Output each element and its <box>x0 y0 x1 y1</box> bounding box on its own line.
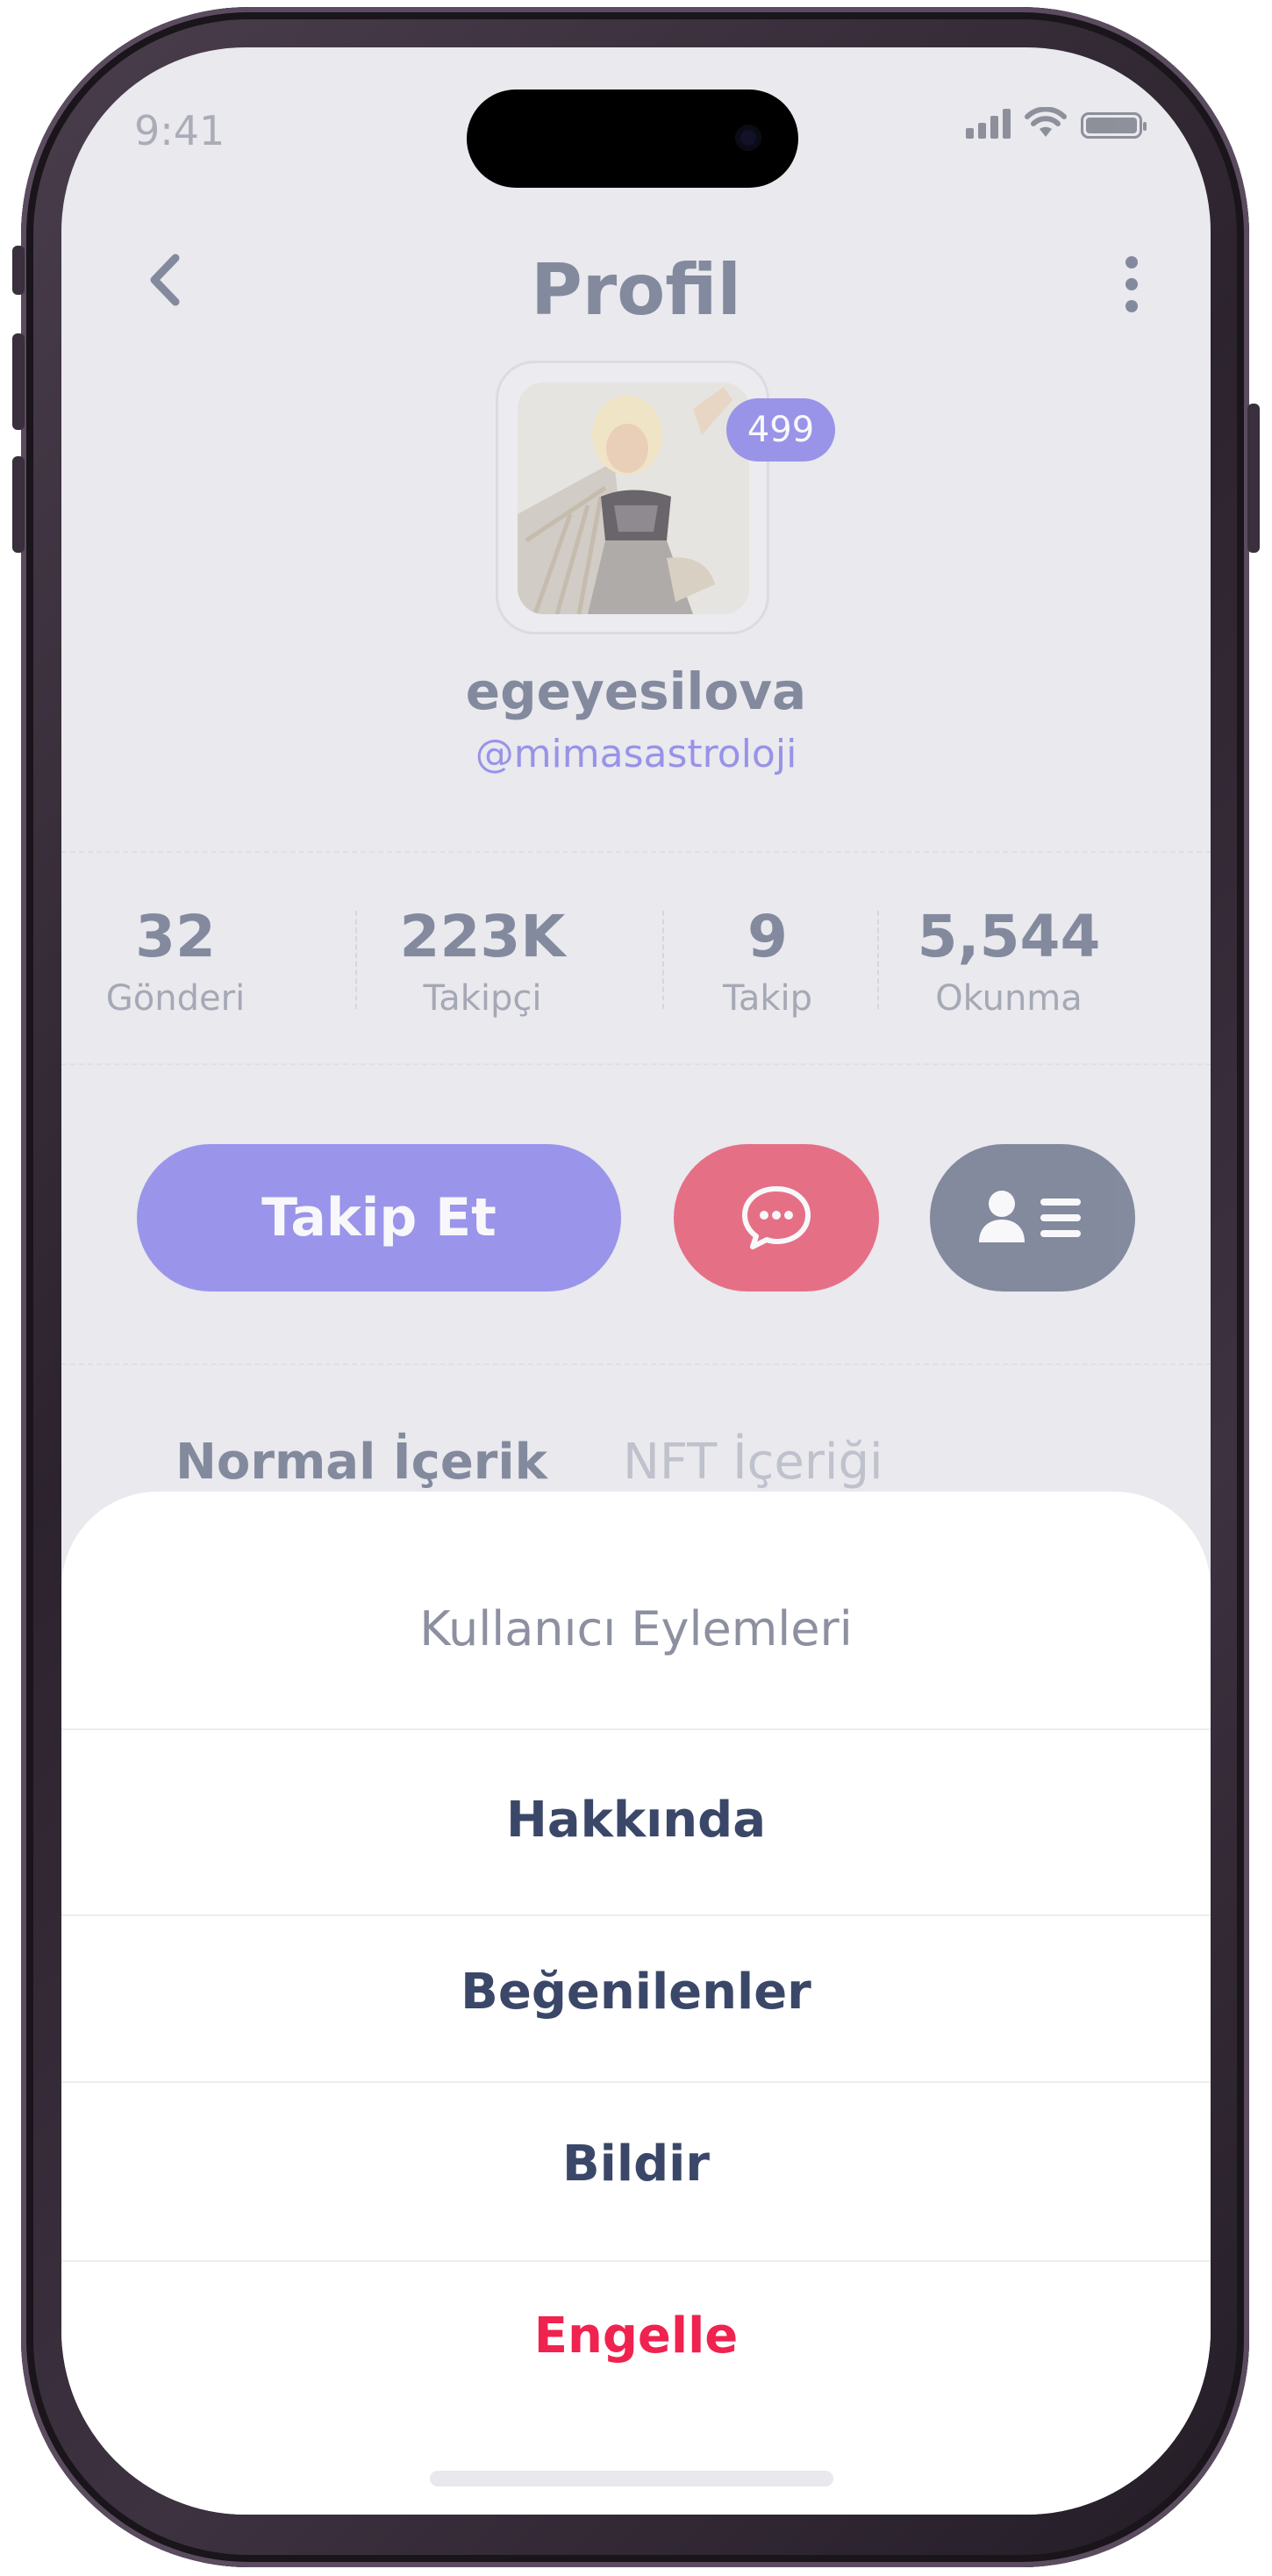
stat-value: 5,544 <box>917 903 1101 970</box>
sheet-item-about[interactable]: Hakkında <box>61 1792 1211 1849</box>
user-actions-sheet: Kullanıcı Eylemleri Hakkında Beğenilenle… <box>61 1492 1211 2515</box>
home-indicator <box>430 2471 833 2487</box>
side-button-power <box>1247 404 1260 553</box>
stat-divider <box>355 911 357 1009</box>
stat-value: 9 <box>747 903 788 970</box>
stat-label: Gönderi <box>105 977 246 1019</box>
stat-posts[interactable]: 32 Gönderi <box>96 903 254 1019</box>
tabs-divider <box>61 1363 1211 1367</box>
stat-value: 223K <box>399 903 566 970</box>
stat-reads[interactable]: 5,544 Okunma <box>908 903 1110 1019</box>
screen: 9:41 Profil 499 egeyesilova @mimasastrol… <box>61 47 1211 2515</box>
level-badge: 499 <box>726 398 835 462</box>
battery-icon <box>1081 112 1147 139</box>
stat-following[interactable]: 9 Takip <box>697 903 838 1019</box>
stat-label: Takipçi <box>423 977 542 1019</box>
stat-value: 32 <box>135 903 216 970</box>
tab-normal-content[interactable]: Normal İçerik <box>175 1434 547 1491</box>
more-options-icon[interactable] <box>1114 249 1149 319</box>
sheet-divider <box>61 1728 1211 1730</box>
wifi-icon <box>1025 107 1067 137</box>
display-name: egeyesilova <box>465 662 807 721</box>
chat-bubble-icon <box>742 1185 811 1249</box>
user-list-icon <box>979 1190 1081 1242</box>
page-title: Profil <box>531 249 741 331</box>
sheet-divider <box>61 2081 1211 2083</box>
message-button[interactable] <box>674 1144 879 1292</box>
cellular-signal-icon <box>966 109 1011 139</box>
sheet-item-block[interactable]: Engelle <box>61 2308 1211 2365</box>
profile-details-button[interactable] <box>930 1144 1135 1292</box>
sheet-item-liked[interactable]: Beğenilenler <box>61 1964 1211 2021</box>
status-icons <box>966 107 1147 139</box>
tab-nft-content[interactable]: NFT İçeriği <box>623 1434 883 1491</box>
sheet-divider <box>61 1914 1211 1916</box>
avatar-photo <box>518 383 749 614</box>
side-button-mute <box>12 246 25 295</box>
stat-divider <box>877 911 879 1009</box>
side-button-volume-up <box>12 333 25 430</box>
stat-followers[interactable]: 223K Takipçi <box>390 903 575 1019</box>
dynamic-island <box>467 89 798 188</box>
sheet-divider <box>61 2260 1211 2262</box>
avatar <box>518 383 749 614</box>
status-time: 9:41 <box>134 107 225 154</box>
stats-row: 32 Gönderi 223K Takipçi 9 Takip 5,544 Ok… <box>61 851 1211 1065</box>
user-handle[interactable]: @mimasastroloji <box>61 732 1211 776</box>
follow-button[interactable]: Takip Et <box>137 1144 621 1292</box>
camera-icon <box>735 125 761 151</box>
stat-label: Okunma <box>935 977 1083 1019</box>
sheet-title: Kullanıcı Eylemleri <box>419 1601 853 1657</box>
stat-label: Takip <box>723 977 812 1019</box>
sheet-item-report[interactable]: Bildir <box>61 2136 1211 2193</box>
side-button-volume-down <box>12 456 25 553</box>
avatar-frame[interactable] <box>496 361 769 634</box>
stat-divider <box>662 911 664 1009</box>
